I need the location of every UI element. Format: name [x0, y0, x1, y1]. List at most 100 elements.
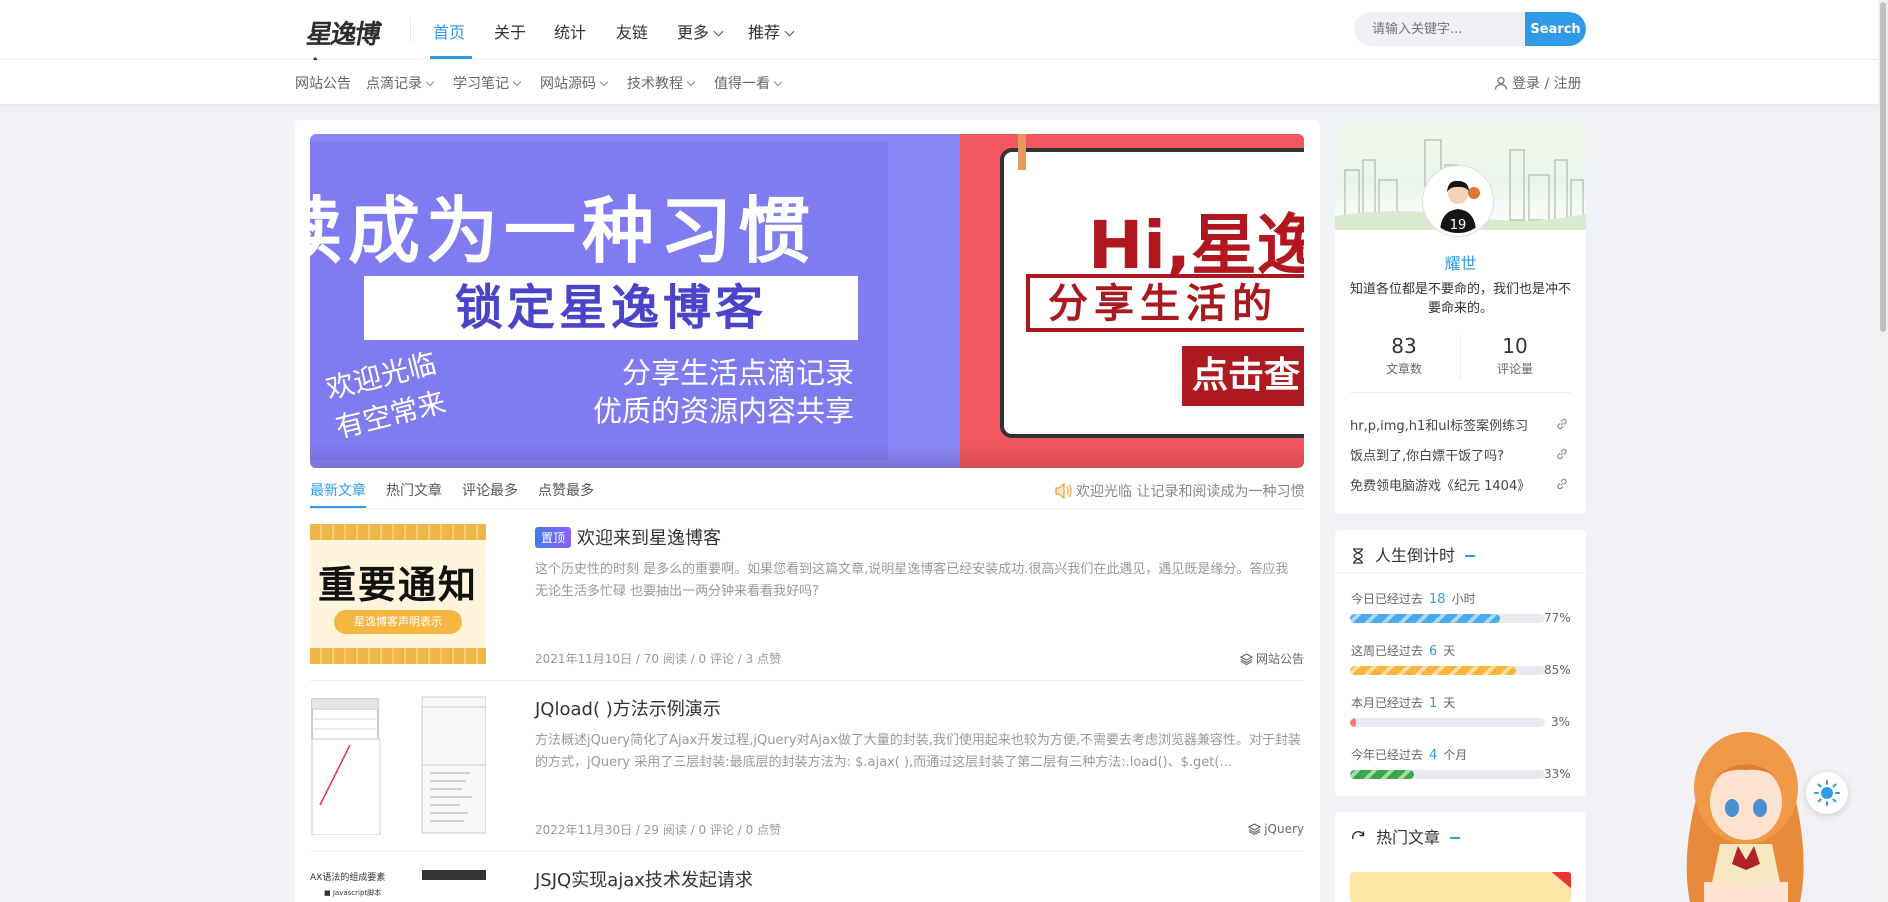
countdown-label: 今年已经过去 4 个月 [1351, 746, 1467, 763]
progress-percent: 85% [1544, 663, 1571, 677]
user-icon [1494, 76, 1508, 90]
slide-1-tagline-1: 分享生活点滴记录 [621, 356, 854, 390]
scrollbar-thumb[interactable] [1880, 2, 1886, 332]
countdown-divider [1335, 572, 1586, 573]
stat-comments-value: 10 [1502, 334, 1528, 358]
nav-about[interactable]: 关于 [494, 19, 526, 43]
hot-articles-header: 热门文章 [1351, 824, 1461, 848]
slider-dot[interactable] [1234, 157, 1240, 163]
chevron-down-icon [773, 77, 783, 87]
category-announcements[interactable]: 网站公告 [295, 73, 351, 93]
hot-rank-ribbon [1543, 872, 1571, 891]
progress-fill [1350, 718, 1356, 727]
hot-article-thumbnail[interactable] [1350, 872, 1571, 902]
nav-home[interactable]: 首页 [433, 19, 465, 43]
post-comments: 0 评论 [698, 652, 734, 666]
countdown-header: 人生倒计时 [1351, 542, 1476, 566]
post-thumbnail[interactable]: 重要通知 星逸博客声明表示 [310, 524, 486, 664]
countdown-prefix: 今日已经过去 [1351, 592, 1424, 606]
slide-1-box-text: 锁定星逸博客 [454, 280, 767, 336]
post-thumbnail[interactable]: AX语法的组成要素 ■ Javascript脚本 [310, 866, 486, 902]
post-title[interactable]: 置顶 欢迎来到星逸博客 [535, 524, 721, 550]
slider-dot[interactable] [1186, 157, 1192, 163]
speaker-icon [1055, 482, 1072, 500]
post-reads: 29 阅读 [643, 823, 687, 837]
stat-comments-label: 评论量 [1496, 362, 1533, 376]
post-title[interactable]: JSJQ实现ajax技术发起请求 [535, 866, 753, 892]
countdown-prefix: 本月已经过去 [1351, 696, 1424, 710]
theme-toggle-button[interactable] [1806, 772, 1848, 814]
post-excerpt: 方法概述jQuery简化了Ajax开发过程,jQuery对Ajax做了大量的封装… [535, 733, 1301, 770]
category-records[interactable]: 点滴记录 [366, 73, 435, 93]
sidebar-link[interactable]: 免费领电脑游戏《纪元 1404》 [1350, 475, 1550, 494]
profile-bio: 知道各位都是不要命的，我们也是冲不要命来的。 [1349, 282, 1571, 316]
layers-icon [1239, 653, 1254, 666]
tab-most-likes[interactable]: 点赞最多 [538, 480, 594, 500]
login-separator: / [1544, 76, 1550, 92]
post-divider [310, 680, 1304, 681]
slider-dot[interactable] [1218, 157, 1224, 163]
profile-name[interactable]: 耀世 [1335, 250, 1586, 274]
category-worth[interactable]: 值得一看 [714, 73, 783, 93]
post-meta: 2021年11月10日 / 70 阅读 / 0 评论 / 3 点赞 [535, 652, 782, 666]
countdown-label: 本月已经过去 1 天 [1351, 694, 1455, 711]
post-category[interactable]: jQuery [1248, 821, 1304, 836]
countdown-title: 人生倒计时 [1375, 546, 1476, 565]
progress-fill [1350, 614, 1501, 623]
slide-1: 读成为一种习惯 锁定星逸博客 欢迎光临 有空常来 分享生活点滴记录 优质的资源内容… [310, 134, 960, 468]
countdown-unit: 天 [1443, 696, 1456, 710]
post-category-label: 网站公告 [1255, 652, 1304, 666]
tabs-divider [310, 508, 1304, 509]
search-input[interactable] [1354, 12, 1524, 46]
countdown-prefix: 这周已经过去 [1351, 644, 1424, 658]
sidebar-link[interactable]: 饭点到了,你白嫖干饭了吗? [1350, 445, 1550, 464]
post-excerpt: 这个历史性的时刻 是多么的重要啊。如果您看到这篇文章,说明星逸博客已经安装成功.… [535, 562, 1289, 599]
nav-stats[interactable]: 统计 [554, 19, 586, 43]
post-title[interactable]: JQload( )方法示例演示 [535, 695, 721, 721]
slide-2-box: 分享生活的 [1026, 274, 1304, 332]
notice-text: 欢迎光临 让记录和阅读成为一种习惯 [1076, 484, 1305, 500]
mascot-art [1686, 732, 1804, 902]
tab-hot[interactable]: 热门文章 [386, 480, 442, 500]
chevron-down-icon [713, 26, 724, 37]
post-title-text: 欢迎来到星逸博客 [577, 528, 722, 549]
thumb-title: 重要通知 [318, 563, 479, 607]
tab-most-comments[interactable]: 评论最多 [462, 480, 518, 500]
category-source[interactable]: 网站源码 [540, 73, 609, 93]
register-link[interactable]: 注册 [1554, 76, 1582, 92]
avatar[interactable]: 19 [1423, 166, 1493, 236]
category-records-label: 点滴记录 [366, 76, 422, 92]
progress-fill [1350, 666, 1516, 675]
category-tutorials-label: 技术教程 [627, 76, 683, 92]
site-logo[interactable]: 星逸博客 [298, 12, 392, 87]
nav-friends[interactable]: 友链 [616, 19, 648, 43]
thumb-border-top [310, 524, 486, 540]
page-scrollbar[interactable] [1878, 0, 1888, 902]
post-thumbnail[interactable] [310, 695, 486, 835]
nav-more[interactable]: 更多 [677, 19, 724, 43]
sidebar-link[interactable]: hr,p,img,h1和ul标签案例练习 [1350, 415, 1550, 434]
post-reads: 70 阅读 [643, 652, 687, 666]
login-link[interactable]: 登录 [1512, 76, 1540, 92]
slider-dot[interactable] [1266, 157, 1272, 163]
category-tutorials[interactable]: 技术教程 [627, 73, 696, 93]
link-icon[interactable] [1555, 447, 1569, 461]
slider-dots[interactable] [1186, 151, 1296, 163]
tab-latest[interactable]: 最新文章 [310, 480, 366, 500]
countdown-value: 18 [1429, 592, 1446, 607]
thumb-border-bottom [310, 648, 486, 664]
chevron-down-icon [425, 77, 435, 87]
banner-slider[interactable]: 读成为一种习惯 锁定星逸博客 欢迎光临 有空常来 分享生活点滴记录 优质的资源内容… [310, 134, 1304, 468]
slider-dot[interactable] [1202, 157, 1208, 163]
nav-recommend[interactable]: 推荐 [748, 19, 795, 43]
slider-dot[interactable] [1250, 157, 1256, 163]
thumb-title: AX语法的组成要素 [310, 873, 386, 883]
category-notes[interactable]: 学习笔记 [453, 73, 522, 93]
search-button[interactable]: Search [1525, 12, 1586, 46]
post-category[interactable]: 网站公告 [1239, 650, 1304, 667]
hourglass-icon [1353, 548, 1363, 564]
slide-1-headline: 读成为一种习惯 [310, 189, 817, 273]
link-icon[interactable] [1555, 417, 1569, 431]
mascot-character[interactable] [1660, 724, 1830, 902]
link-icon[interactable] [1555, 477, 1569, 491]
